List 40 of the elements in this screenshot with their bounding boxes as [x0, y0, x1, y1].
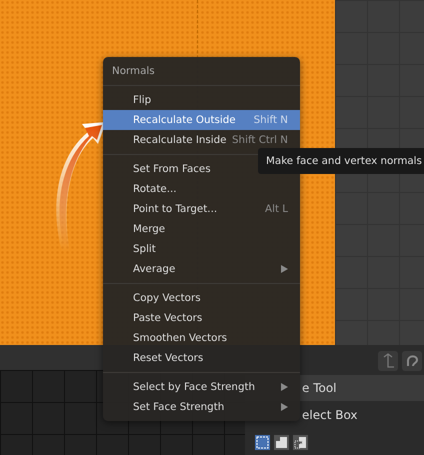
- menu-item[interactable]: Set Face Strength: [103, 397, 300, 417]
- menu-item[interactable]: Recalculate Outside Shift N: [103, 110, 300, 130]
- menu-item[interactable]: Split: [103, 239, 300, 259]
- menu-item-label: Select by Face Strength: [133, 380, 256, 395]
- select-subtract-icon[interactable]: [293, 435, 308, 450]
- menu-item-label: Recalculate Inside: [133, 133, 227, 148]
- hook-icon[interactable]: [402, 351, 422, 371]
- menu-item[interactable]: Select by Face Strength: [103, 377, 300, 397]
- menu-item-label: Average: [133, 262, 176, 277]
- shortcut-label: Shift Ctrl N: [232, 133, 288, 148]
- menu-item[interactable]: Average: [103, 259, 300, 279]
- menu-item[interactable]: Recalculate Inside Shift Ctrl N: [103, 130, 300, 150]
- menu-item-label: Flip: [133, 93, 152, 108]
- menu-item-label: Set Face Strength: [133, 400, 224, 415]
- menu-item-label: Copy Vectors: [133, 291, 201, 306]
- menu-item[interactable]: Reset Vectors: [103, 348, 300, 368]
- menu-item-label: Reset Vectors: [133, 351, 204, 366]
- menu-item-label: Rotate...: [133, 182, 177, 197]
- shortcut-label: Shift N: [254, 113, 288, 128]
- select-extend-icon[interactable]: [274, 435, 289, 450]
- shortcut-label: Alt L: [265, 202, 288, 217]
- menu-item[interactable]: Paste Vectors: [103, 308, 300, 328]
- panel-title[interactable]: e Tool: [302, 375, 337, 401]
- select-new-icon[interactable]: [255, 435, 270, 450]
- menu-item[interactable]: Merge: [103, 219, 300, 239]
- menu-item[interactable]: Flip: [103, 90, 300, 110]
- menu-item-label: Smoothen Vectors: [133, 331, 228, 346]
- menu-item[interactable]: Rotate...: [103, 179, 300, 199]
- arrow-up-icon[interactable]: [378, 351, 398, 371]
- menu-item-label: Recalculate Outside: [133, 113, 236, 128]
- menu-item-label: Split: [133, 242, 156, 257]
- menu-title: Normals: [111, 64, 156, 79]
- menu-item[interactable]: Smoothen Vectors: [103, 328, 300, 348]
- menu-item-label: Point to Target...: [133, 202, 218, 217]
- tooltip: Make face and vertex normals: [258, 148, 424, 174]
- menu-item-label: Merge: [133, 222, 166, 237]
- menu-item[interactable]: Copy Vectors: [103, 288, 300, 308]
- tool-name: elect Box: [302, 407, 358, 424]
- menu-item-label: Paste Vectors: [133, 311, 202, 326]
- menu-item[interactable]: Point to Target... Alt L: [103, 199, 300, 219]
